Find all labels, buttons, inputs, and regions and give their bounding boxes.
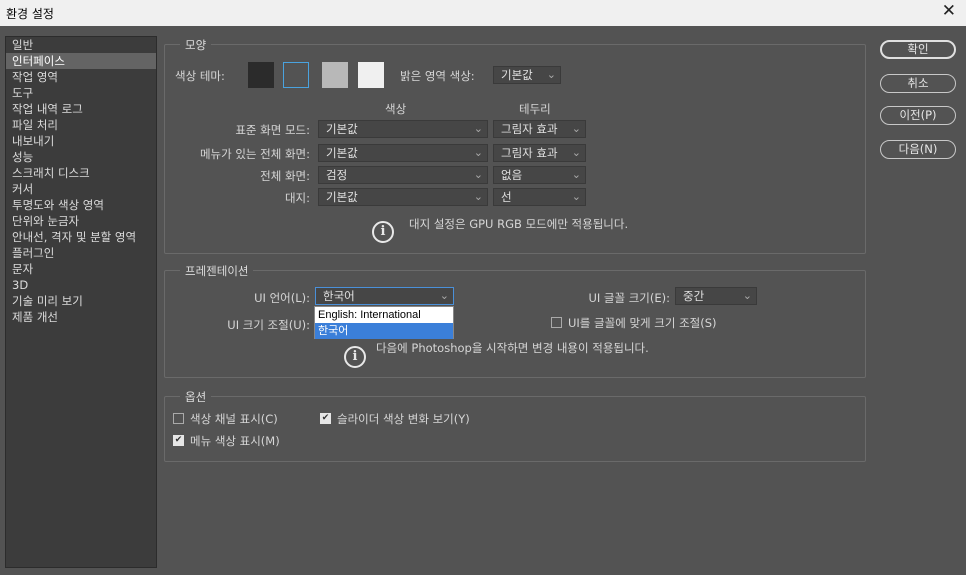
sidebar-item-type[interactable]: 문자 (6, 261, 156, 277)
sidebar-item-3d[interactable]: 3D (6, 277, 156, 293)
chevron-down-icon: ⌄ (473, 146, 483, 159)
appearance-group-label: 모양 (180, 37, 212, 53)
ui-language-option-english[interactable]: English: International (315, 307, 453, 323)
sidebar-item-workspace[interactable]: 작업 영역 (6, 69, 156, 85)
ui-font-size-value: 중간 (683, 289, 705, 303)
dynamic-sliders-checkbox[interactable]: ✔ (320, 413, 331, 424)
full-screen-color-select[interactable]: 검정 ⌄ (318, 166, 488, 184)
theme-swatch-light[interactable] (358, 62, 384, 88)
options-group-label: 옵션 (180, 389, 212, 405)
next-button[interactable]: 다음(N) (880, 140, 956, 159)
highlight-color-select[interactable]: 기본값 ⌄ (493, 66, 561, 84)
preferences-sidebar: 일반 인터페이스 작업 영역 도구 작업 내역 로그 파일 처리 내보내기 성능… (5, 36, 157, 568)
info-icon: i (344, 346, 366, 368)
ui-language-value: 한국어 (323, 289, 355, 303)
ui-font-size-select[interactable]: 중간 ⌄ (675, 287, 757, 305)
standard-screen-color-value: 기본값 (326, 122, 358, 136)
sidebar-item-transparency-gamut[interactable]: 투명도와 색상 영역 (6, 197, 156, 213)
options-group (164, 396, 866, 462)
menu-colors-label[interactable]: 메뉴 색상 표시(M) (190, 433, 280, 449)
sidebar-item-export[interactable]: 내보내기 (6, 133, 156, 149)
sidebar-item-cursors[interactable]: 커서 (6, 181, 156, 197)
presentation-group-label: 프레젠테이션 (180, 263, 254, 279)
full-screen-menus-border-value: 그림자 효과 (501, 146, 558, 160)
color-theme-label: 색상 테마: (175, 69, 225, 83)
sidebar-item-performance[interactable]: 성능 (6, 149, 156, 165)
ui-language-option-korean[interactable]: 한국어 (315, 323, 453, 339)
ui-font-size-label: UI 글꼴 크기(E): (588, 291, 670, 305)
sidebar-item-tools[interactable]: 도구 (6, 85, 156, 101)
full-screen-color-value: 검정 (326, 168, 348, 182)
close-icon[interactable]: ✕ (942, 1, 956, 21)
ui-language-dropdown: English: International 한국어 (314, 306, 454, 339)
check-icon: ✔ (321, 413, 330, 423)
full-screen-menus-color-value: 기본값 (326, 146, 358, 160)
standard-screen-color-select[interactable]: 기본값 ⌄ (318, 120, 488, 138)
ui-scale-label: UI 크기 조절(U): (227, 318, 310, 332)
chevron-down-icon: ⌄ (473, 190, 483, 203)
artboard-info-text: 대지 설정은 GPU RGB 모드에만 적용됩니다. (409, 217, 629, 231)
window-title: 환경 설정 (6, 7, 54, 21)
scale-to-font-checkbox[interactable] (551, 317, 562, 328)
artboard-color-value: 기본값 (326, 190, 358, 204)
full-screen-menus-label: 메뉴가 있는 전체 화면: (199, 147, 310, 161)
theme-swatch-medium[interactable] (322, 62, 348, 88)
menu-colors-checkbox[interactable]: ✔ (173, 435, 184, 446)
sidebar-item-file-handling[interactable]: 파일 처리 (6, 117, 156, 133)
sidebar-item-general[interactable]: 일반 (6, 37, 156, 53)
theme-swatch-dark[interactable] (283, 62, 309, 88)
standard-screen-border-select[interactable]: 그림자 효과 ⌄ (493, 120, 586, 138)
chevron-down-icon: ⌄ (742, 289, 752, 302)
highlight-color-value: 기본값 (501, 68, 533, 82)
sidebar-item-technology-previews[interactable]: 기술 미리 보기 (6, 293, 156, 309)
highlight-color-label: 밝은 영역 색상: (400, 69, 475, 83)
title-bar: 환경 설정 ✕ (0, 0, 966, 26)
check-icon: ✔ (174, 435, 183, 445)
artboard-border-select[interactable]: 선 ⌄ (493, 188, 586, 206)
chevron-down-icon: ⌄ (546, 68, 556, 81)
ui-language-select[interactable]: 한국어 ⌄ (315, 287, 454, 305)
standard-screen-mode-label: 표준 화면 모드: (235, 123, 310, 137)
previous-button[interactable]: 이전(P) (880, 106, 956, 125)
show-channels-checkbox[interactable] (173, 413, 184, 424)
artboard-border-value: 선 (501, 190, 512, 204)
chevron-down-icon: ⌄ (473, 168, 483, 181)
restart-info-text: 다음에 Photoshop을 시작하면 변경 내용이 적용됩니다. (376, 341, 649, 355)
ok-button[interactable]: 확인 (880, 40, 956, 59)
standard-screen-border-value: 그림자 효과 (501, 122, 558, 136)
sidebar-item-product-improvement[interactable]: 제품 개선 (6, 309, 156, 325)
scale-to-font-label[interactable]: UI를 글꼴에 맞게 크기 조절(S) (568, 315, 717, 331)
sidebar-item-history-log[interactable]: 작업 내역 로그 (6, 101, 156, 117)
show-channels-label[interactable]: 색상 채널 표시(C) (190, 411, 278, 427)
column-header-border: 테두리 (519, 102, 551, 116)
full-screen-border-value: 없음 (501, 168, 523, 182)
chevron-down-icon: ⌄ (439, 289, 449, 302)
chevron-down-icon: ⌄ (571, 122, 581, 135)
info-icon: i (372, 221, 394, 243)
chevron-down-icon: ⌄ (571, 146, 581, 159)
chevron-down-icon: ⌄ (473, 122, 483, 135)
sidebar-item-scratch-disks[interactable]: 스크래치 디스크 (6, 165, 156, 181)
sidebar-item-guides-grid-slices[interactable]: 안내선, 격자 및 분할 영역 (6, 229, 156, 245)
ui-language-label: UI 언어(L): (254, 291, 310, 305)
sidebar-item-interface[interactable]: 인터페이스 (6, 53, 156, 69)
chevron-down-icon: ⌄ (571, 168, 581, 181)
chevron-down-icon: ⌄ (571, 190, 581, 203)
full-screen-label: 전체 화면: (260, 169, 310, 183)
full-screen-menus-border-select[interactable]: 그림자 효과 ⌄ (493, 144, 586, 162)
column-header-color: 색상 (385, 102, 407, 116)
sidebar-item-plugins[interactable]: 플러그인 (6, 245, 156, 261)
artboard-label: 대지: (284, 191, 310, 205)
cancel-button[interactable]: 취소 (880, 74, 956, 93)
dynamic-sliders-label[interactable]: 슬라이더 색상 변화 보기(Y) (337, 411, 470, 427)
sidebar-item-units-rulers[interactable]: 단위와 눈금자 (6, 213, 156, 229)
artboard-color-select[interactable]: 기본값 ⌄ (318, 188, 488, 206)
theme-swatch-darkest[interactable] (248, 62, 274, 88)
full-screen-menus-color-select[interactable]: 기본값 ⌄ (318, 144, 488, 162)
full-screen-border-select[interactable]: 없음 ⌄ (493, 166, 586, 184)
